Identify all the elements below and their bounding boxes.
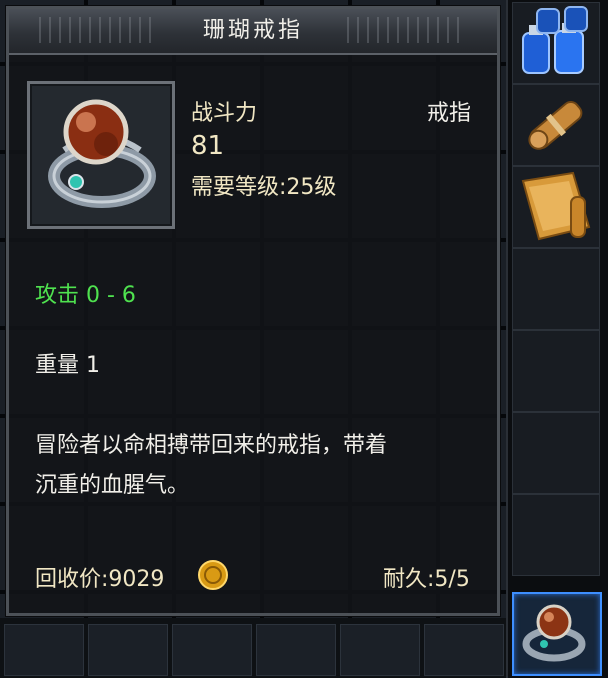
inventory-slot[interactable] [4,624,84,676]
tooltip-title-bar: 珊瑚戒指 [9,9,497,55]
item-name: 珊瑚戒指 [202,18,303,43]
coral-ring-icon [522,604,586,662]
slot-empty[interactable] [512,248,600,330]
item-icon-frame [27,81,175,229]
side-slot-column [506,0,608,678]
inventory-slot[interactable] [424,624,504,676]
item-description-line1: 冒险者以命相搏带回来的戒指，带着 [35,433,388,458]
durability: 耐久:5/5 [383,567,470,592]
combat-power-label: 战斗力 [191,101,258,126]
weight-stat: 重量 1 [35,353,100,378]
inventory-slot[interactable] [88,624,168,676]
coral-ring-icon [48,99,156,208]
scroll-icon [528,100,583,150]
slot-scroll[interactable] [512,84,600,166]
item-slot-type: 戒指 [427,101,472,126]
map-scroll-icon [521,171,591,241]
recycle-price: 回收价:9029 [35,567,165,592]
slot-empty[interactable] [512,494,600,576]
item-tooltip: 珊瑚戒指 战斗力 81 戒指 需要等级:25级 攻击 0 - 6 重量 1 冒险… [6,6,500,616]
inventory-slot[interactable] [172,624,252,676]
gold-coin-icon [198,560,228,590]
combat-power-value: 81 [191,131,225,161]
slot-coral-ring-selected[interactable] [512,592,602,676]
potion-bottles-icon [522,6,588,74]
inventory-slot[interactable] [256,624,336,676]
slot-empty[interactable] [512,412,600,494]
inventory-slot[interactable] [340,624,420,676]
inventory-bottom-row [0,618,506,678]
slot-potions[interactable] [512,2,600,84]
level-requirement: 需要等级:25级 [191,175,337,200]
slot-empty[interactable] [512,330,600,412]
slot-map[interactable] [512,166,600,248]
item-description-line2: 沉重的血腥气。 [35,473,190,498]
attack-stat: 攻击 0 - 6 [35,283,136,308]
